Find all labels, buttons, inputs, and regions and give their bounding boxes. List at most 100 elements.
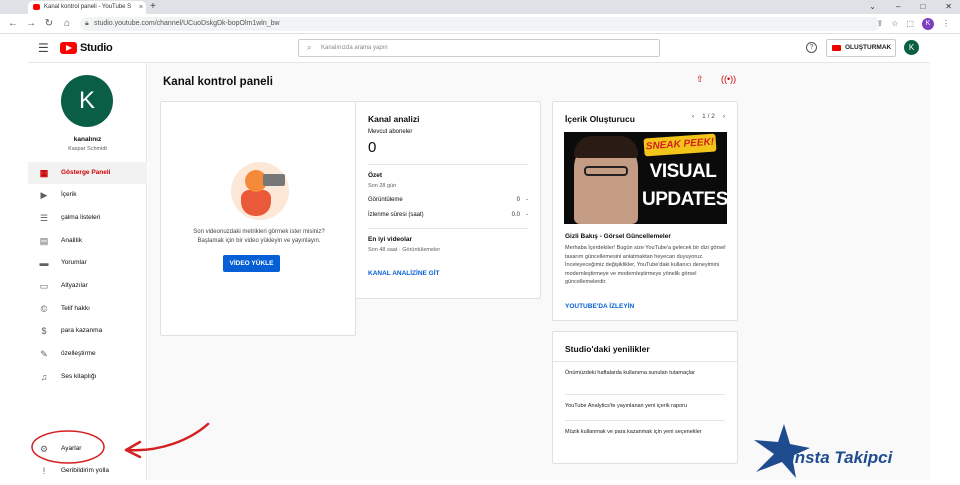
- sidebar-item-comments[interactable]: ▬ Yorumlar: [28, 252, 147, 274]
- channel-name: kanalınız: [73, 136, 102, 143]
- reload-icon[interactable]: ↻: [42, 17, 56, 31]
- upload-icon[interactable]: ⇧: [696, 74, 704, 85]
- url-text: studio.youtube.com/channel/UCuoDskgDk-bo…: [94, 20, 280, 27]
- dashboard-icon: ▦: [39, 168, 49, 178]
- divider: [565, 394, 725, 395]
- customization-icon: ✎: [40, 349, 48, 359]
- browser-toolbar: ← → ↻ ⌂ 🔒︎ studio.youtube.com/channel/UC…: [0, 14, 960, 34]
- divider: [565, 420, 725, 421]
- news-item[interactable]: Müzik kullanmak ve para kazanmak için ye…: [565, 428, 725, 437]
- sidebar-item-label: İçerik: [61, 191, 77, 198]
- summary-title: Özet: [368, 172, 383, 179]
- subscribers-count: 0: [368, 139, 377, 156]
- tab-search-icon[interactable]: ⌄: [869, 0, 876, 14]
- analytics-icon: ▤: [39, 236, 49, 246]
- sidebar-item-label: Yorumlar: [61, 259, 87, 266]
- browser-menu-icon[interactable]: ⋮: [942, 17, 950, 31]
- youtube-play-icon: [60, 42, 77, 54]
- copyright-icon: ©: [40, 304, 48, 314]
- account-avatar[interactable]: K: [904, 40, 919, 55]
- page-scrollbar[interactable]: [930, 34, 960, 480]
- sidebar-item-label: özelleştirme: [61, 350, 96, 357]
- page-title: Kanal kontrol paneli: [163, 76, 273, 88]
- address-bar[interactable]: 🔒︎ studio.youtube.com/channel/UCuoDskgDk…: [80, 17, 880, 31]
- sidebar-item-analytics[interactable]: ▤ Analitik: [28, 230, 147, 252]
- sidebar-item-label: Telif hakkı: [61, 305, 90, 312]
- watch-on-youtube-link[interactable]: YOUTUBE'DA İZLEYİN: [565, 303, 634, 310]
- news-item[interactable]: Önümüzdeki haftalarda kullanıma sunulan …: [565, 369, 725, 378]
- chevron-right-icon[interactable]: ›: [723, 113, 725, 120]
- extensions-icon[interactable]: ⬚: [906, 17, 914, 31]
- sidebar-item-label: Altyazılar: [61, 282, 88, 289]
- sidebar-item-label: Gösterge Paneli: [61, 169, 111, 176]
- sidebar-item-dashboard[interactable]: ▦ Gösterge Paneli: [28, 162, 147, 184]
- gear-icon: ⚙: [39, 444, 49, 454]
- feedback-icon: !: [42, 466, 46, 476]
- thumbnail-headline: VISUAL UPDATES: [642, 161, 727, 210]
- divider: [368, 228, 528, 229]
- home-icon[interactable]: ⌂: [60, 17, 74, 31]
- news-card-title: Studio'daki yenilikler: [565, 344, 650, 354]
- studio-news-card: Studio'daki yenilikler Önümüzdeki haftal…: [552, 331, 738, 464]
- main-content: Kanal kontrol paneli ⇧ ((•)) Son videonu…: [148, 63, 930, 480]
- video-description: Merhaba İçerdekiler! Bugün size YouTube'…: [565, 245, 726, 285]
- upload-prompt-text: Son videonuzdaki metrikleri görmek ister…: [193, 229, 325, 244]
- maximize-button[interactable]: □: [920, 0, 925, 14]
- sidebar-item-label: Geribildirim yolla: [61, 467, 110, 474]
- camera-icon: [263, 174, 285, 186]
- youtube-favicon-icon: [33, 4, 40, 10]
- browser-tab-bar: Kanal kontrol paneli - YouTube S × + ⌄ –…: [0, 0, 960, 14]
- channel-search-input[interactable]: ⌕ Kanalınızda arama yapın: [298, 39, 660, 57]
- channel-avatar[interactable]: K: [61, 75, 113, 127]
- back-icon[interactable]: ←: [6, 17, 20, 31]
- browser-profile-avatar[interactable]: K: [922, 18, 934, 30]
- sidebar: K kanalınız Kaspar Schmidt ▦ Gösterge Pa…: [28, 63, 147, 480]
- audio-library-icon: ♫: [40, 372, 48, 382]
- subscribers-label: Mevcut aboneler: [368, 129, 413, 135]
- share-icon[interactable]: ⇪: [877, 17, 884, 31]
- minimize-button[interactable]: –: [896, 0, 900, 14]
- chevron-left-icon[interactable]: ‹: [692, 113, 694, 120]
- forward-icon[interactable]: →: [24, 17, 38, 31]
- close-window-button[interactable]: ✕: [945, 0, 952, 14]
- go-live-icon[interactable]: ((•)): [721, 74, 736, 84]
- watch-time-trend: -: [526, 212, 528, 218]
- creator-card-title: İçerik Oluşturucu: [565, 114, 635, 124]
- tab-close-icon[interactable]: ×: [139, 1, 143, 14]
- new-tab-button[interactable]: +: [150, 0, 156, 14]
- top-videos-title: En iyi videolar: [368, 236, 413, 243]
- studio-logo[interactable]: Studio: [60, 42, 113, 54]
- sidebar-item-label: Analitik: [61, 237, 82, 244]
- subtitles-icon: ▭: [39, 281, 49, 291]
- channel-analytics-card: Kanal analizi Mevcut aboneler 0 Özet Son…: [355, 101, 541, 299]
- views-value: 0: [516, 197, 520, 203]
- insta-takipci-logo: Insta Takipci: [752, 422, 917, 480]
- upload-video-card: Son videonuzdaki metrikleri görmek ister…: [160, 101, 356, 336]
- video-thumbnail[interactable]: SNEAK PEEK! VISUAL UPDATES: [564, 132, 727, 224]
- sidebar-item-audio-library[interactable]: ♫ Ses kitaplığı: [28, 366, 147, 388]
- channel-analytics-link[interactable]: KANAL ANALİZİNE GİT: [368, 270, 440, 277]
- browser-toolbar-icons: ⇪ ☆ ⬚ K ⋮: [877, 17, 950, 31]
- sidebar-item-customization[interactable]: ✎ özelleştirme: [28, 343, 147, 365]
- sidebar-item-subtitles[interactable]: ▭ Altyazılar: [28, 275, 147, 297]
- sidebar-item-copyright[interactable]: © Telif hakkı: [28, 298, 147, 320]
- browser-tab[interactable]: Kanal kontrol paneli - YouTube S ×: [28, 1, 146, 14]
- news-item[interactable]: YouTube Analytics'te yayınlanan yeni içe…: [565, 402, 725, 411]
- watermark-text: Insta Takipci: [790, 448, 893, 467]
- bookmark-icon[interactable]: ☆: [891, 17, 898, 31]
- divider: [553, 361, 737, 362]
- sidebar-item-playlists[interactable]: ☰ çalma listeleri: [28, 207, 147, 229]
- sidebar-item-monetization[interactable]: $ para kazanma: [28, 320, 147, 342]
- hamburger-menu-icon[interactable]: ☰: [38, 42, 49, 54]
- search-placeholder: Kanalınızda arama yapın: [321, 45, 388, 51]
- sidebar-item-settings[interactable]: ⚙ Ayarlar: [28, 438, 147, 460]
- help-icon[interactable]: ?: [806, 42, 817, 53]
- create-button[interactable]: OLUŞTURMAK: [826, 39, 896, 57]
- monetization-icon: $: [41, 326, 47, 336]
- window-controls: ⌄ – □ ✕: [869, 0, 952, 14]
- thumbnail-badge: SNEAK PEEK!: [643, 133, 717, 157]
- sidebar-item-content[interactable]: ▶ İçerik: [28, 184, 147, 206]
- video-title: Gizli Bakış - Görsel Güncellemeler: [565, 233, 671, 240]
- sidebar-item-feedback[interactable]: ! Geribildirim yolla: [28, 460, 147, 482]
- upload-video-button[interactable]: VİDEO YÜKLE: [223, 255, 280, 272]
